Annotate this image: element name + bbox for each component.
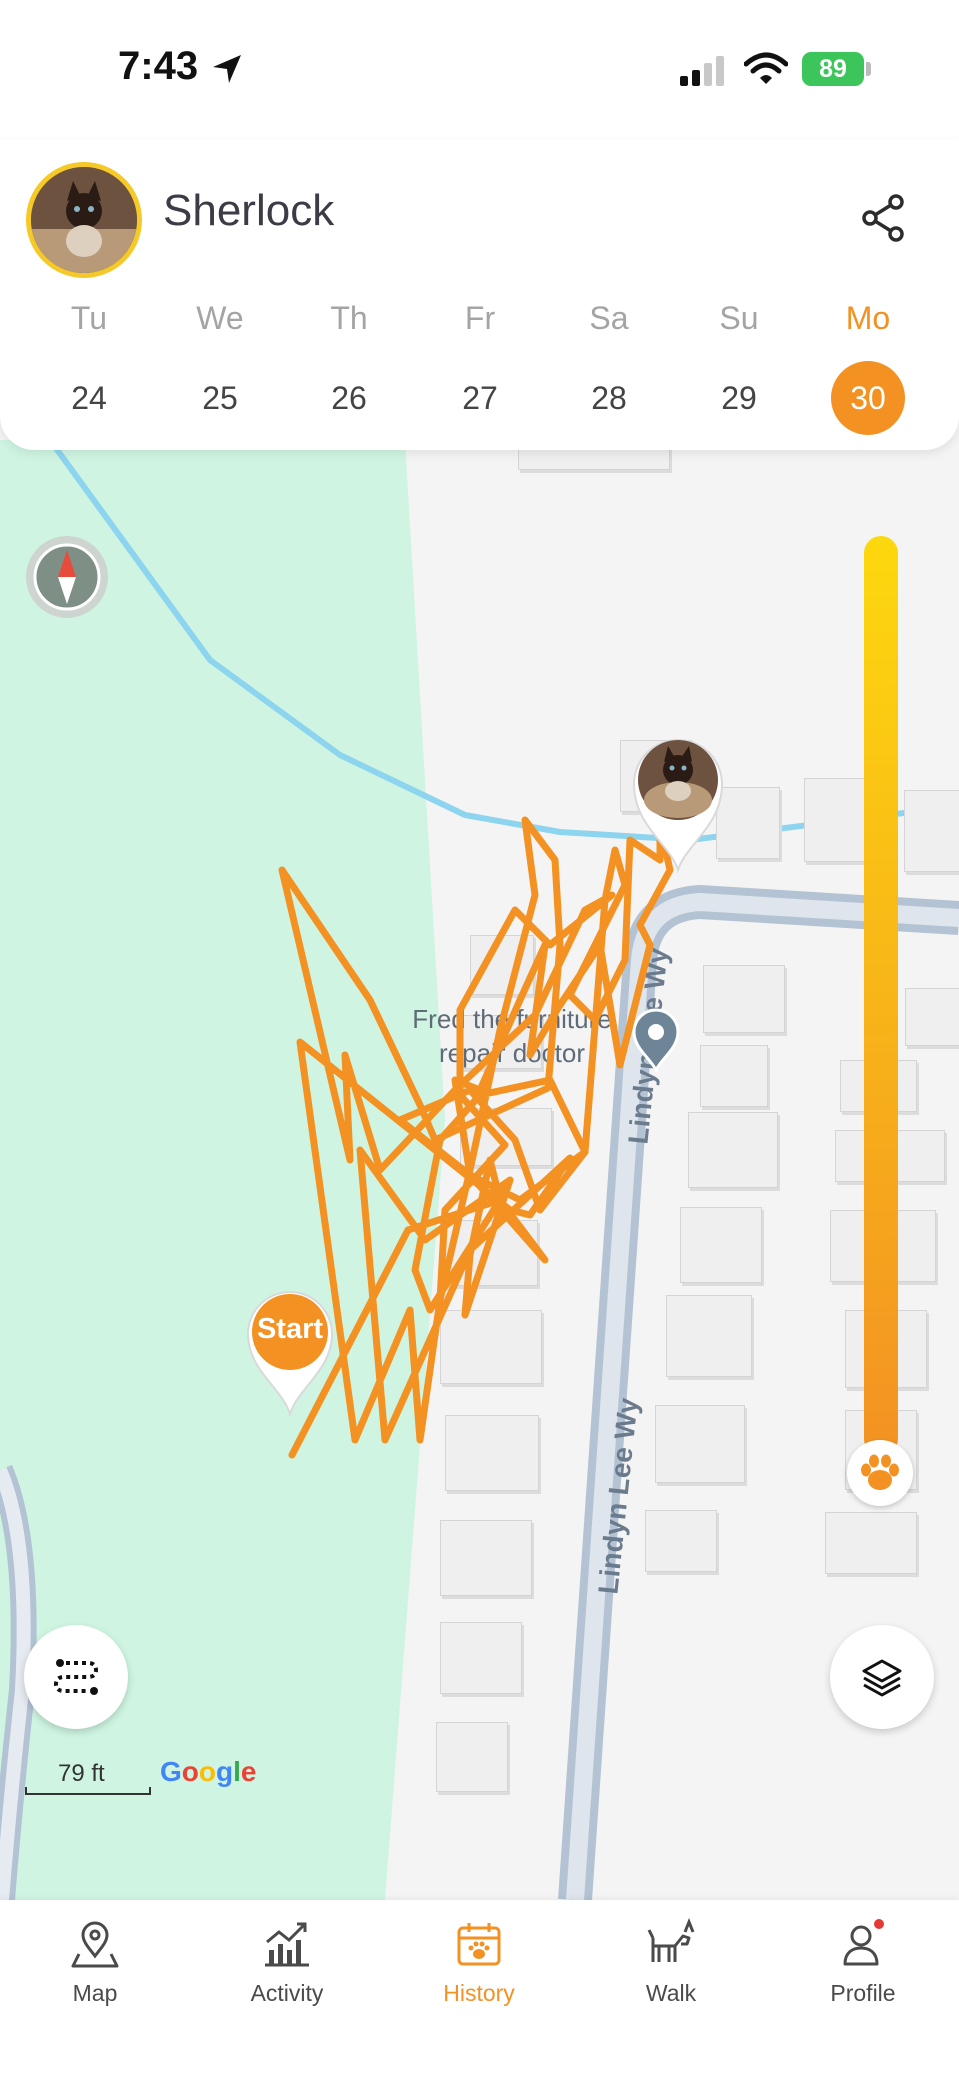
pet-header-card: Sherlock Tu 24 We 25 Th 26 Fr 27 Sa 28 S… bbox=[0, 140, 959, 450]
battery-level: 89 bbox=[819, 55, 847, 83]
battery-indicator: 89 bbox=[802, 52, 864, 86]
day-30-selected[interactable]: 30 bbox=[831, 361, 905, 435]
route-icon bbox=[53, 1659, 99, 1695]
route-toggle-button[interactable] bbox=[24, 1625, 128, 1729]
timeline-slider-handle[interactable] bbox=[847, 1440, 913, 1506]
nav-profile[interactable]: Profile bbox=[788, 1918, 938, 2007]
nav-profile-label: Profile bbox=[830, 1980, 896, 2006]
nav-history[interactable]: History bbox=[404, 1918, 554, 2007]
pet-avatar[interactable] bbox=[26, 162, 142, 278]
cellular-signal-icon bbox=[680, 56, 724, 86]
nav-activity[interactable]: Activity bbox=[212, 1918, 362, 2007]
day-28[interactable]: 28 bbox=[569, 358, 649, 438]
day-label-sat: Sa bbox=[589, 300, 629, 336]
pet-name: Sherlock bbox=[163, 186, 335, 235]
layers-icon bbox=[862, 1659, 902, 1697]
nav-walk[interactable]: Walk bbox=[596, 1918, 746, 2007]
day-25[interactable]: 25 bbox=[180, 358, 260, 438]
day-27[interactable]: 27 bbox=[440, 358, 520, 438]
activity-chart-icon bbox=[265, 1922, 309, 1967]
nav-activity-label: Activity bbox=[250, 1980, 324, 2006]
compass-icon bbox=[33, 543, 101, 611]
status-time: 7:43 bbox=[118, 44, 199, 88]
dog-walk-icon bbox=[647, 1918, 695, 1962]
calendar-paw-icon bbox=[457, 1923, 501, 1966]
day-label-sun: Su bbox=[719, 300, 759, 336]
day-label-mon: Mo bbox=[845, 300, 891, 336]
day-24[interactable]: 24 bbox=[49, 358, 129, 438]
wifi-icon bbox=[744, 52, 788, 84]
nav-map-label: Map bbox=[72, 1980, 118, 2006]
activity-track bbox=[278, 816, 674, 1459]
pet-location-marker[interactable] bbox=[628, 728, 728, 874]
map-layers-button[interactable] bbox=[830, 1625, 934, 1729]
activity-intensity-bar bbox=[864, 536, 898, 1456]
start-marker-label: Start bbox=[256, 1313, 324, 1345]
start-marker-pin[interactable] bbox=[242, 1278, 338, 1418]
map-pin-icon bbox=[71, 1921, 119, 1968]
cat-photo bbox=[31, 167, 137, 273]
map-view[interactable]: Lindyn Lee Wy Lindyn Lee Wy Fred the fur… bbox=[0, 440, 959, 1900]
day-label-thu: Th bbox=[330, 300, 368, 336]
day-29[interactable]: 29 bbox=[699, 358, 779, 438]
day-label-wed: We bbox=[196, 300, 244, 336]
status-bar: 7:43 89 bbox=[0, 0, 959, 140]
share-button[interactable] bbox=[856, 190, 912, 246]
map-scale-label: 79 ft bbox=[58, 1760, 105, 1787]
google-logo: Google bbox=[160, 1756, 257, 1787]
compass-button[interactable] bbox=[26, 536, 108, 618]
map-scale-bar bbox=[25, 1787, 151, 1795]
paw-icon bbox=[861, 1454, 899, 1490]
day-26[interactable]: 26 bbox=[309, 358, 389, 438]
bottom-nav: Map Activity History Walk Profile bbox=[0, 1900, 959, 2084]
day-label-tue: Tu bbox=[70, 300, 108, 336]
nav-walk-label: Walk bbox=[645, 1980, 697, 2006]
day-label-fri: Fr bbox=[464, 300, 496, 336]
nav-history-label: History bbox=[443, 1980, 515, 2006]
battery-tip bbox=[866, 62, 871, 76]
location-arrow-icon bbox=[213, 55, 241, 83]
share-icon bbox=[862, 194, 904, 242]
nav-map[interactable]: Map bbox=[20, 1918, 170, 2007]
profile-icon bbox=[843, 1919, 884, 1966]
